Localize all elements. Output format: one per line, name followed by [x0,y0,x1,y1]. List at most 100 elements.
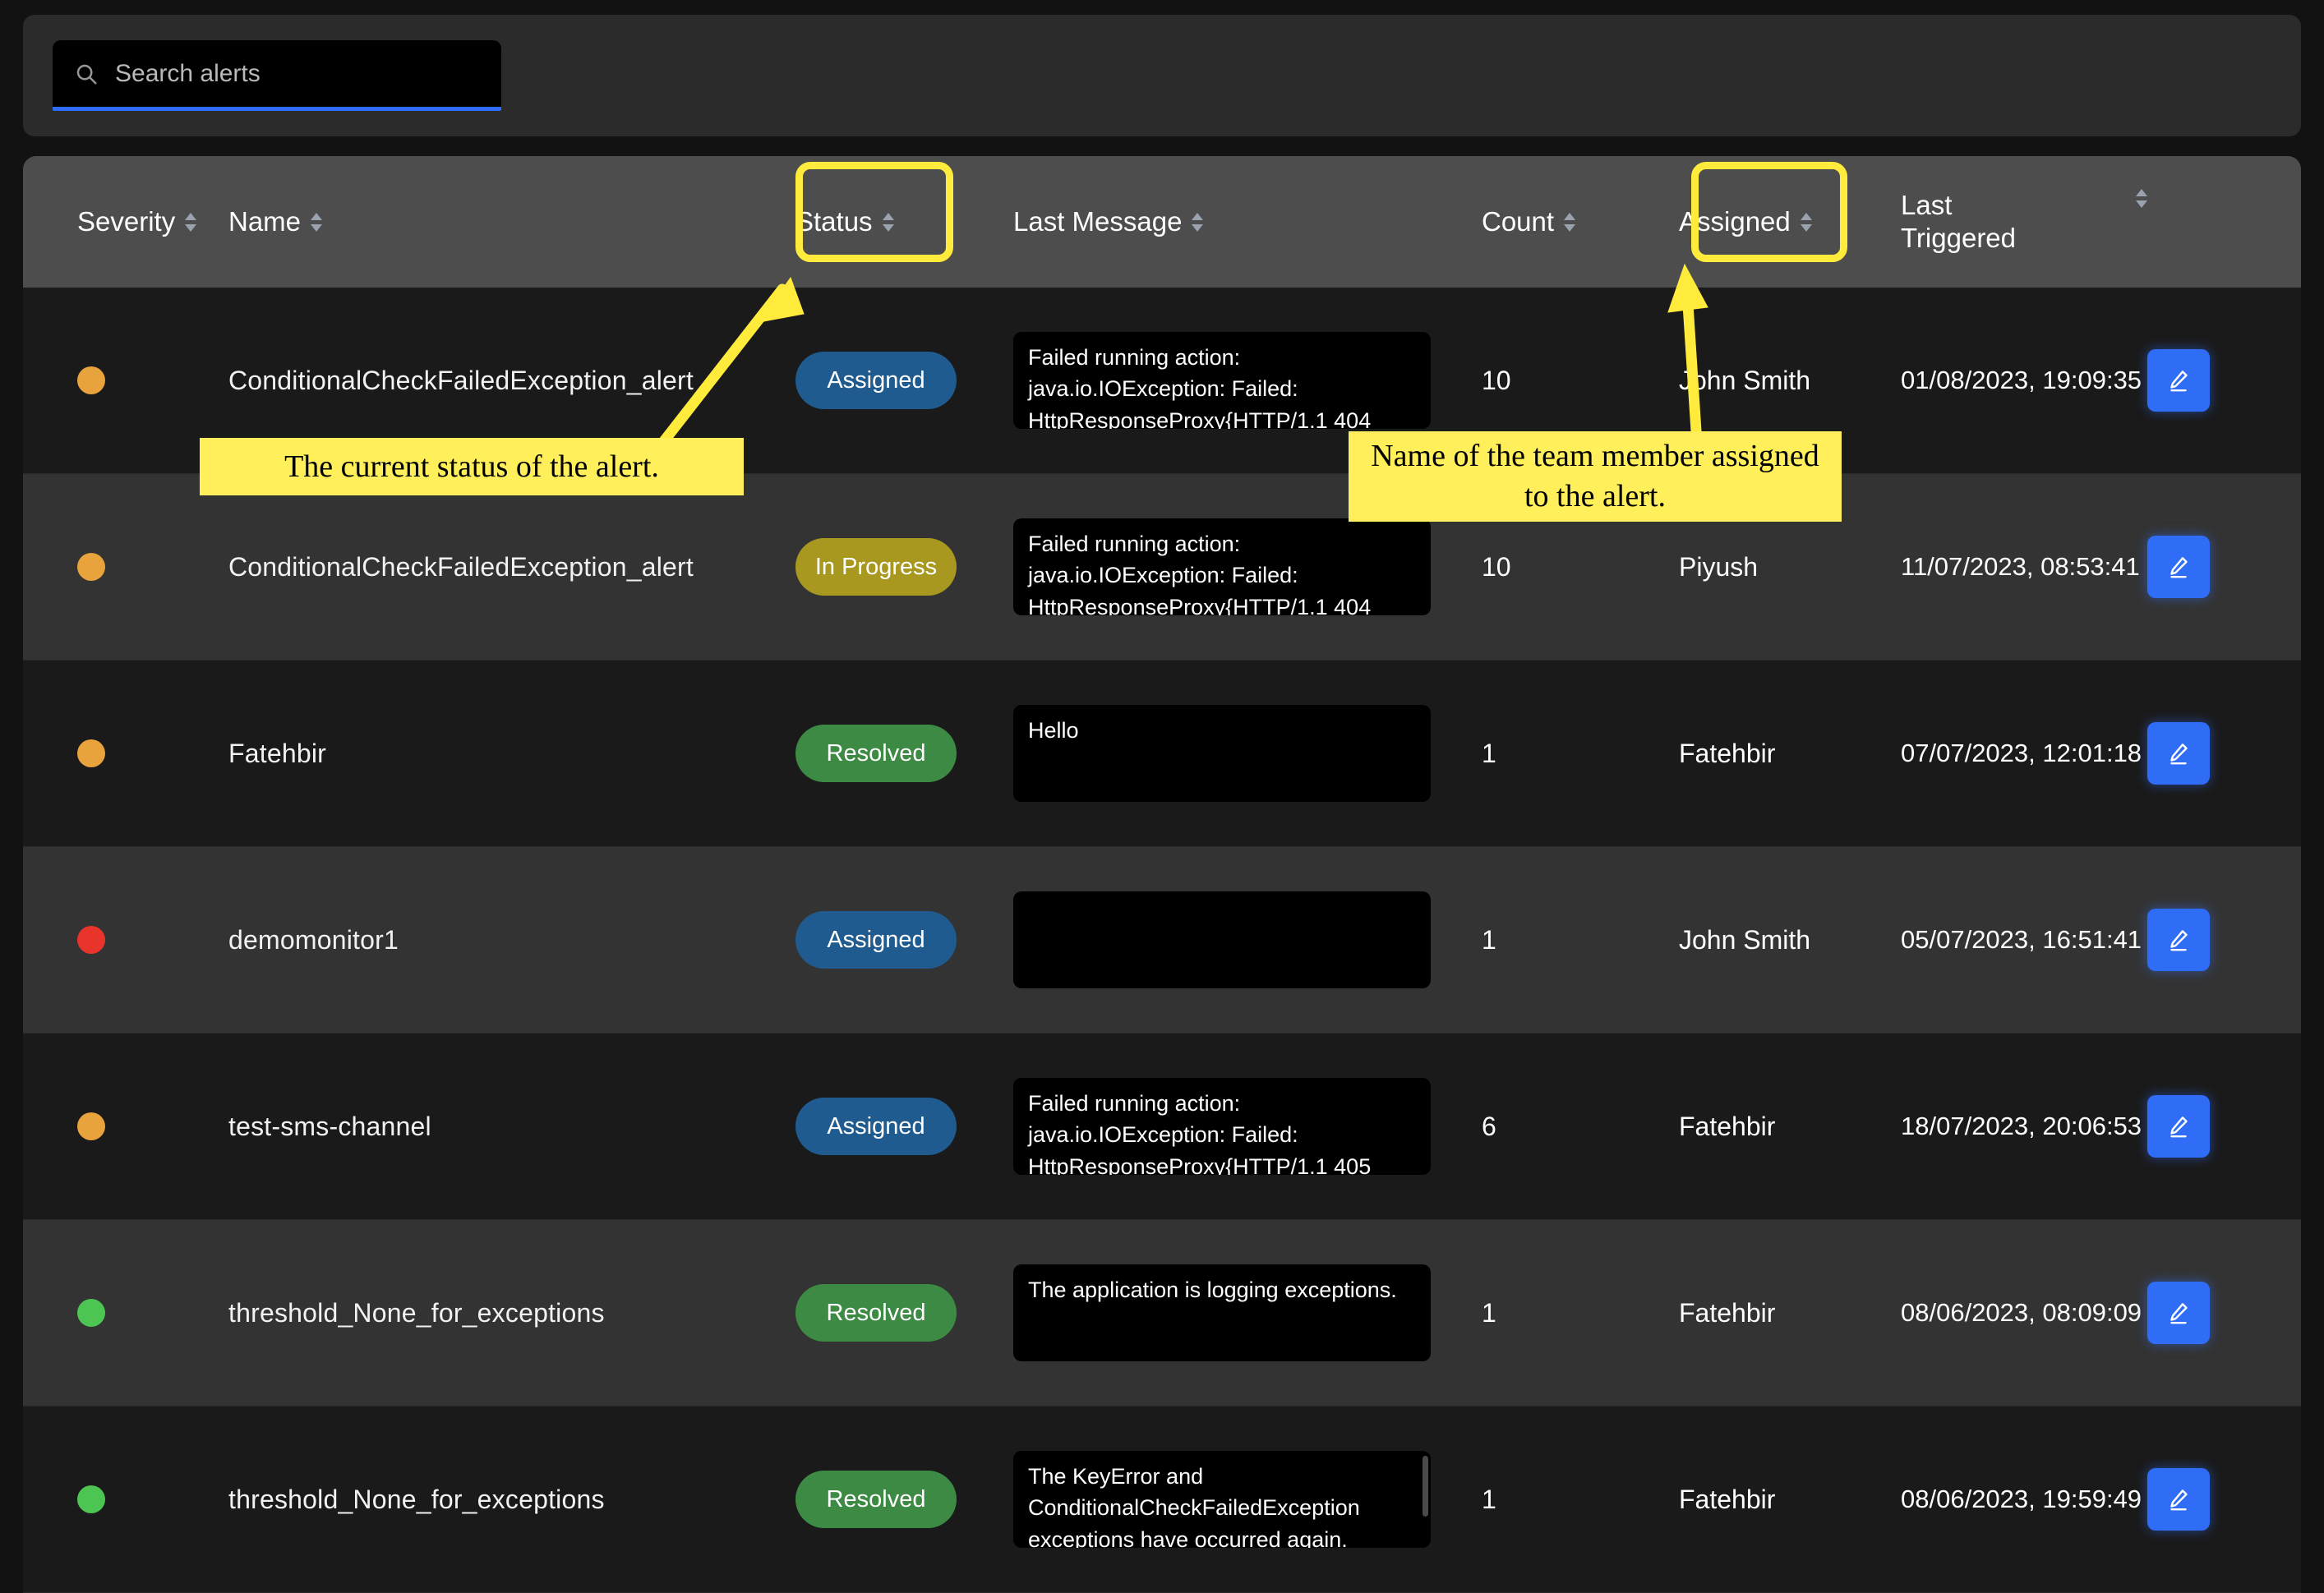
status-cell: In Progress [795,538,1013,596]
actions-cell [2147,722,2299,785]
table-row[interactable]: threshold_None_for_exceptions Resolved T… [23,1220,2301,1407]
table-row[interactable]: test-sms-channel Assigned Failed running… [23,1034,2301,1220]
status-badge: Resolved [795,1284,957,1342]
severity-dot [77,1299,105,1327]
column-label-line-1: Last [1901,190,1953,221]
severity-dot [77,366,105,394]
message-scrollbar[interactable] [1423,1456,1428,1517]
severity-cell [23,1112,228,1140]
last-message-box[interactable]: Failed running action: java.io.IOExcepti… [1013,1078,1431,1175]
table-row[interactable]: Fatehbir Resolved Hello 1 Fatehbir 07/07… [23,661,2301,847]
sort-icon[interactable] [185,212,197,232]
search-panel [23,15,2301,136]
last-triggered-cell: 01/08/2023, 19:09:35 [1901,366,2142,395]
sort-icon[interactable] [1564,212,1576,232]
last-message-box[interactable]: Failed running action: java.io.IOExcepti… [1013,332,1431,429]
assigned-cell: John Smith [1679,924,1811,955]
alert-name: threshold_None_for_exceptions [228,1297,605,1328]
search-input[interactable] [115,59,460,88]
status-cell: Resolved [795,725,1013,782]
severity-dot [77,926,105,954]
column-header-assigned[interactable]: Assigned [1679,205,1901,238]
status-cell: Resolved [795,1471,1013,1528]
count-cell: 1 [1482,924,1496,955]
last-message-box[interactable]: Hello [1013,705,1431,802]
last-message-box[interactable]: Failed running action: java.io.IOExcepti… [1013,518,1431,615]
last-message-box[interactable]: The KeyError and ConditionalCheckFailedE… [1013,1451,1431,1548]
column-label-name: Name [228,206,302,237]
column-label-assigned: Assigned [1679,206,1791,237]
alert-name: ConditionalCheckFailedException_alert [228,365,694,395]
last-triggered-cell: 07/07/2023, 12:01:18 [1901,739,2142,768]
severity-dot [77,1485,105,1513]
severity-cell [23,926,228,954]
table-header-row: Severity Name Status Last Message Count … [23,156,2301,288]
actions-cell [2147,349,2299,412]
edit-button[interactable] [2147,1282,2210,1344]
last-triggered-cell: 05/07/2023, 16:51:41 [1901,925,2142,955]
column-header-name[interactable]: Name [228,205,795,238]
assigned-cell: Fatehbir [1679,1111,1776,1141]
search-field[interactable] [53,40,501,111]
column-label-status: Status [795,206,873,237]
table-row[interactable]: threshold_None_for_exceptions Resolved T… [23,1407,2301,1593]
status-badge: Resolved [795,1471,957,1528]
column-header-count[interactable]: Count [1482,205,1679,238]
assigned-cell: Fatehbir [1679,738,1776,768]
last-triggered-cell: 11/07/2023, 08:53:41 [1901,552,2140,582]
column-header-status[interactable]: Status [795,205,1013,238]
sort-icon[interactable] [882,212,894,232]
status-badge: Resolved [795,725,957,782]
severity-cell [23,366,228,394]
status-cell: Assigned [795,352,1013,409]
column-label-last-triggered: Last Triggered [1901,189,2016,254]
count-cell: 1 [1482,1484,1496,1514]
edit-button[interactable] [2147,722,2210,785]
severity-cell [23,739,228,767]
column-header-last-message[interactable]: Last Message [1013,205,1482,238]
edit-button[interactable] [2147,1468,2210,1531]
column-label-line-2: Triggered [1901,223,2017,253]
severity-cell [23,1485,228,1513]
sort-icon[interactable] [1192,212,1204,232]
status-cell: Resolved [795,1284,1013,1342]
assigned-cell: John Smith [1679,365,1811,395]
edit-button[interactable] [2147,536,2210,598]
severity-cell [23,1299,228,1327]
last-message-cell: Failed running action: java.io.IOExcepti… [1013,332,1482,429]
sort-icon[interactable] [311,212,323,232]
edit-button[interactable] [2147,1095,2210,1158]
search-icon [74,62,99,86]
column-label-count: Count [1482,206,1555,237]
last-message-cell: Failed running action: java.io.IOExcepti… [1013,1078,1482,1175]
edit-button[interactable] [2147,909,2210,971]
count-cell: 10 [1482,365,1511,395]
count-cell: 1 [1482,738,1496,768]
table-row[interactable]: ConditionalCheckFailedException_alert As… [23,288,2301,474]
count-cell: 1 [1482,1297,1496,1328]
last-message-box[interactable]: The application is logging exceptions. [1013,1264,1431,1361]
last-message-cell: Hello [1013,705,1482,802]
column-header-severity[interactable]: Severity [23,205,228,238]
count-cell: 6 [1482,1111,1496,1141]
column-header-last-triggered[interactable]: Last Triggered [1901,189,2147,254]
status-badge: In Progress [795,538,957,596]
table-row[interactable]: demomonitor1 Assigned 1 John Smith 05/07… [23,847,2301,1034]
sort-icon[interactable] [2136,189,2147,209]
alert-name: Fatehbir [228,738,326,768]
last-message-box[interactable] [1013,891,1431,988]
last-triggered-cell: 18/07/2023, 20:06:53 [1901,1112,2142,1141]
table-row[interactable]: ConditionalCheckFailedException_alert In… [23,474,2301,661]
alerts-table: Severity Name Status Last Message Count … [23,156,2301,1593]
assigned-cell: Fatehbir [1679,1297,1776,1328]
assigned-cell: Piyush [1679,551,1759,582]
sort-icon[interactable] [1800,212,1812,232]
status-badge: Assigned [795,1098,957,1155]
actions-cell [2147,1468,2299,1531]
alert-name: test-sms-channel [228,1111,431,1141]
assigned-cell: Fatehbir [1679,1484,1776,1514]
alert-name: ConditionalCheckFailedException_alert [228,551,694,582]
edit-button[interactable] [2147,349,2210,412]
column-label-last-message: Last Message [1013,206,1183,237]
alert-name: demomonitor1 [228,924,399,955]
